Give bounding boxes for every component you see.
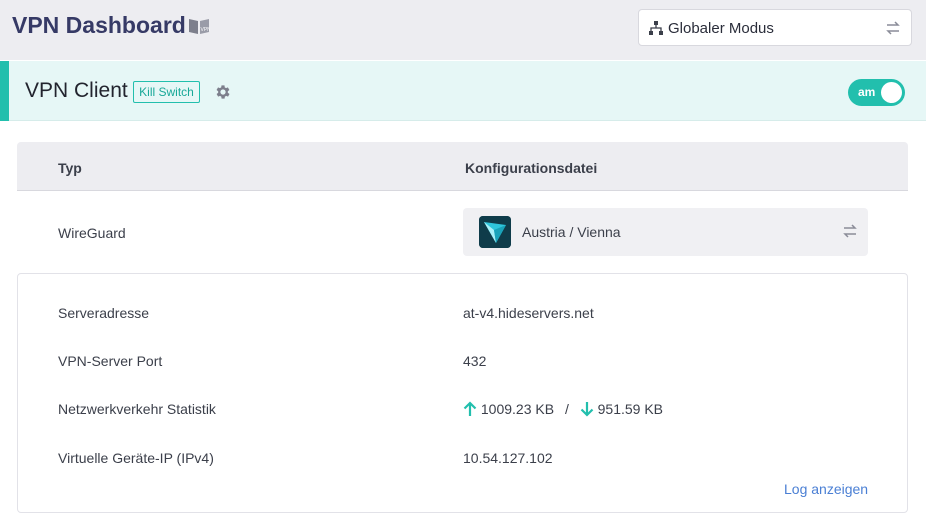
traffic-separator: /	[564, 401, 569, 417]
gear-icon[interactable]	[214, 83, 232, 101]
traffic-label: Netzwerkverkehr Statistik	[58, 401, 216, 417]
server-port-label: VPN-Server Port	[58, 353, 163, 369]
device-ip-value: 10.54.127.102	[463, 450, 553, 466]
column-header-config: Konfigurationsdatei	[465, 160, 598, 176]
book-vpn-icon: VPN	[189, 19, 211, 34]
upload-arrow-icon	[463, 401, 477, 416]
upload-value: 1009.23 KB	[480, 401, 555, 417]
toggle-label: am	[858, 85, 876, 99]
vpn-toggle[interactable]: am	[848, 79, 905, 106]
config-file-label: Austria / Vienna	[522, 224, 621, 240]
svg-text:VPN: VPN	[201, 27, 211, 33]
table-header: Typ Konfigurationsdatei	[17, 142, 908, 191]
mode-select[interactable]: Globaler Modus	[638, 9, 912, 46]
swap-icon	[843, 224, 857, 238]
wireguard-logo-icon	[479, 216, 511, 248]
kill-switch-badge[interactable]: Kill Switch	[133, 81, 200, 103]
server-port-value: 432	[463, 353, 487, 369]
download-arrow-icon	[580, 402, 594, 417]
accent-strip	[0, 61, 9, 121]
traffic-stats: 1009.23 KB / 951.59 KB	[463, 401, 663, 417]
page-title: VPN Dashboard	[12, 12, 186, 38]
show-log-link[interactable]: Log anzeigen	[784, 481, 868, 497]
mode-select-label: Globaler Modus	[668, 20, 774, 37]
type-value: WireGuard	[58, 225, 126, 241]
device-ip-label: Virtuelle Geräte-IP (IPv4)	[58, 450, 214, 466]
top-bar: VPN Dashboard VPN Globaler Modus	[0, 0, 926, 60]
swap-icon	[886, 21, 900, 35]
config-file-select[interactable]: Austria / Vienna	[463, 208, 868, 256]
server-address-value: at-v4.hideservers.net	[463, 305, 594, 321]
toggle-knob	[881, 82, 902, 103]
download-value: 951.59 KB	[597, 401, 664, 417]
server-address-label: Serveradresse	[58, 305, 150, 321]
section-title: VPN Client	[25, 79, 128, 102]
network-icon	[649, 21, 663, 35]
column-header-type: Typ	[58, 160, 82, 176]
